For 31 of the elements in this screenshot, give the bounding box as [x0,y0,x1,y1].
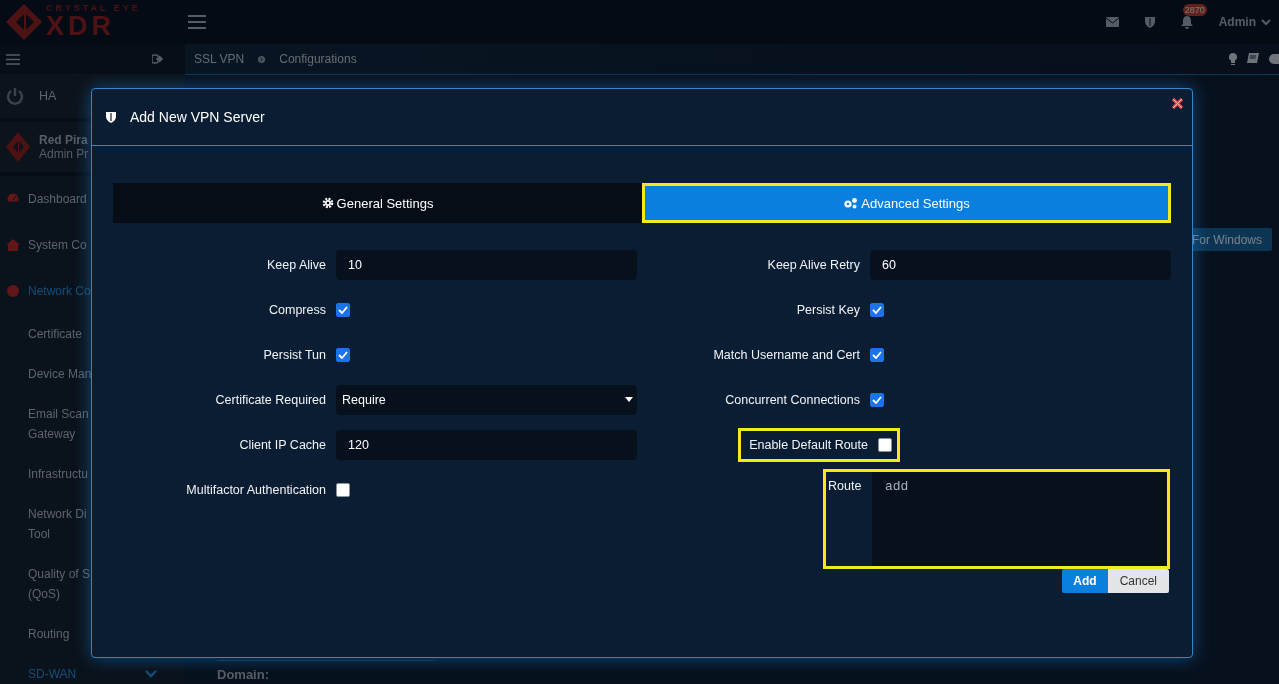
sidebar-label: Quality of S (QoS) [28,566,91,603]
logo-tagline: CRYSTAL EYE [46,4,141,13]
field-label: Persist Tun [263,347,326,362]
field-label: Compress [269,302,326,317]
field-label: Concurrent Connections [725,392,860,407]
profile-name: Red Pira [39,133,89,147]
sidebar-label: SD-WAN [28,666,77,683]
sidebar-label: System Co [28,238,87,252]
field-label: Certificate Required [215,392,326,407]
sidebar-label: Device Man [28,366,92,383]
sidebar-label: Routing [28,626,70,643]
notification-badge: 2870 [1182,3,1207,16]
sidebar-label: Certificate [28,326,83,343]
field-label: Route [827,478,863,495]
modal-title: Add New VPN Server [130,109,265,125]
sidebar-label: Network Di Tool [28,506,87,543]
sidebar-label: HA [39,89,57,103]
sidebar-label: Network Co [28,284,91,298]
field-label: Keep Alive Retry [767,257,860,272]
detail-label: Domain: [217,667,270,682]
field-label: Client IP Cache [239,437,326,452]
field-label: Keep Alive [266,257,326,272]
field-label: Persist Key [796,302,860,317]
field-label: Multifactor Authentication [186,482,326,497]
field-label: Match Username and Cert [713,347,860,362]
sidebar-label: Infrastructu [28,466,89,483]
field-label: Enable Default Route [749,437,868,452]
sidebar-label: Dashboard [28,192,87,206]
profile-role: Admin Pr [39,147,89,161]
sidebar-label: Email Scan Gateway [28,406,89,443]
logo-wordmark: XDR [46,13,116,40]
